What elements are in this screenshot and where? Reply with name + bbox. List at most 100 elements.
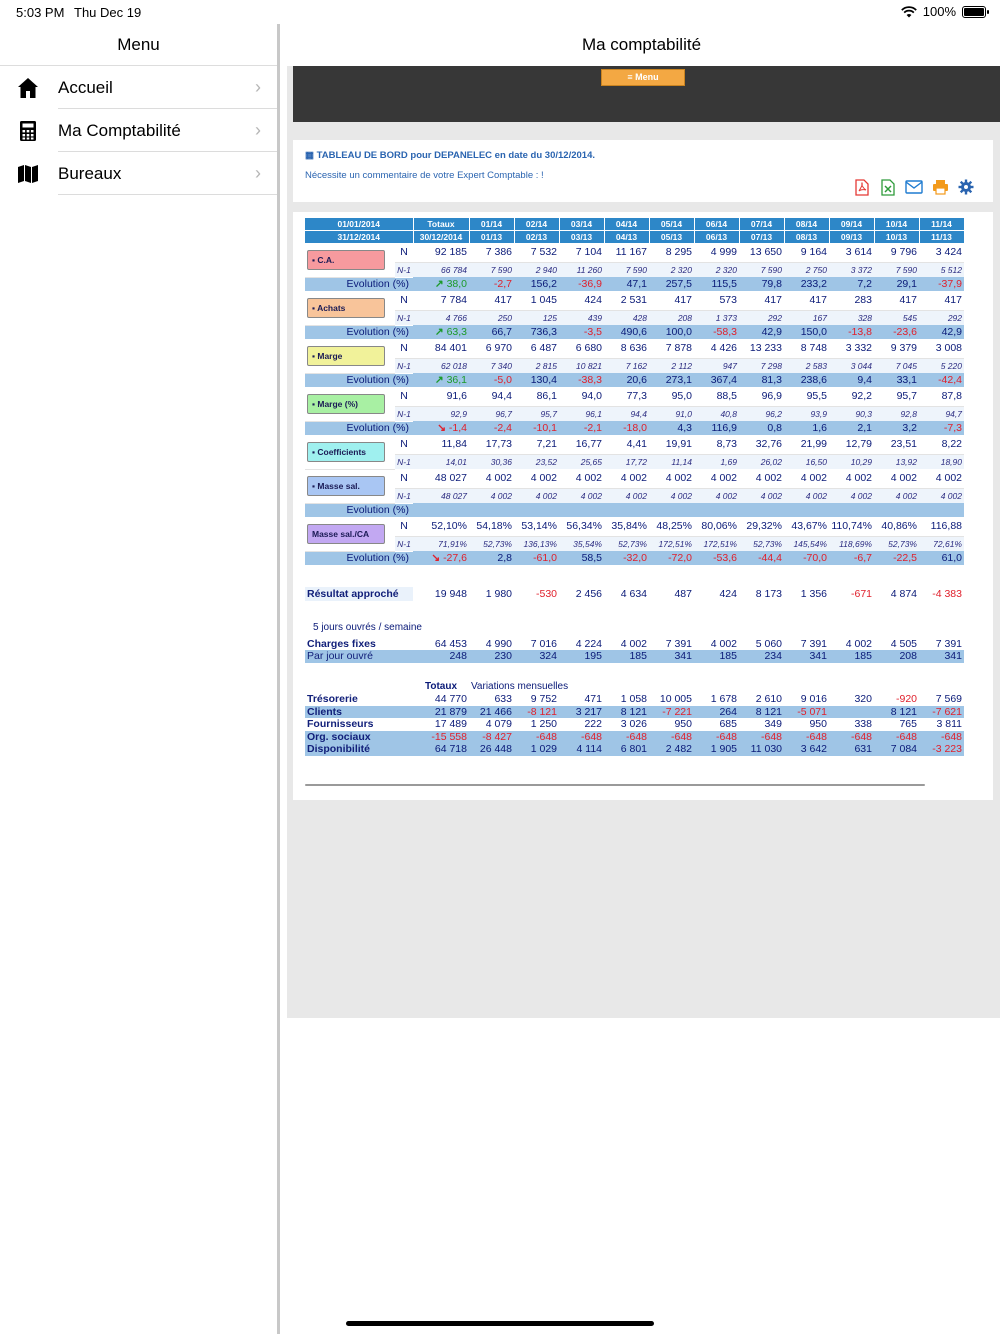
value-text: -61,0 <box>533 552 557 564</box>
value-text: -5,0 <box>493 374 512 386</box>
print-icon[interactable] <box>931 178 949 196</box>
value-cell: ↘ -1,4 <box>413 421 469 435</box>
horizontal-scrollbar[interactable] <box>305 784 925 786</box>
value-cell: 30,36 <box>469 454 514 469</box>
value-text: -42,4 <box>938 374 962 386</box>
value-cell: 4 999 <box>694 243 739 263</box>
value-cell: 16,50 <box>784 454 829 469</box>
value-cell: 3 332 <box>829 339 874 359</box>
sidebar-item-accueil[interactable]: Accueil › <box>0 66 277 109</box>
pdf-icon[interactable] <box>853 178 871 196</box>
sidebar-item-comptabilite[interactable]: Ma Comptabilité › <box>0 109 277 152</box>
metric-badge-masse-sal-[interactable]: ▪ Masse sal. <box>307 476 385 496</box>
value-cell: 8,73 <box>694 435 739 455</box>
mail-icon[interactable] <box>905 178 923 196</box>
value-cell: 48 027 <box>413 469 469 489</box>
value-text: -72,0 <box>668 552 692 564</box>
value-cell: 72,61% <box>919 536 964 551</box>
value-cell: 4 002 <box>514 488 559 503</box>
value-cell: 4 002 <box>784 488 829 503</box>
metric-badge-marge[interactable]: ▪ Marge <box>307 345 385 366</box>
spacer-row <box>305 565 964 587</box>
metric-badge-c-a-[interactable]: ▪ C.A. <box>307 249 385 270</box>
value-text: 38,0 <box>446 278 467 290</box>
value-cell: 8 121 <box>874 705 919 718</box>
value-cell: 7 878 <box>649 339 694 359</box>
value-cell: 35,84% <box>604 517 649 537</box>
value-cell: 185 <box>694 650 739 663</box>
value-cell: 84 401 <box>413 339 469 359</box>
value-cell: -53,6 <box>694 551 739 565</box>
value-cell: 21 879 <box>413 705 469 718</box>
value-text: 1,6 <box>812 422 827 434</box>
value-cell: 1 250 <box>530 718 557 731</box>
value-cell: -4 383 <box>932 588 962 600</box>
value-cell: -37,9 <box>919 277 964 291</box>
value-cell: 7 391 <box>935 637 962 650</box>
value-cell: 9,4 <box>829 373 874 387</box>
table-row: Par jour ouvré 248 230 324 195 185 341 185 234 34… <box>305 650 964 663</box>
table-row-evolution: Evolution (%) ↗ 36,1 -5,0 130,4 -38,3 20,6 273… <box>305 373 964 387</box>
value-cell: 145,54% <box>784 536 829 551</box>
value-cell <box>559 503 604 517</box>
web-content[interactable]: ≡ Menu ▦ TABLEAU DE BORD pour DEPANELEC … <box>287 66 1000 1018</box>
metric-badge-coefficients[interactable]: ▪ Coefficients <box>307 441 385 462</box>
metric-badge-achats[interactable]: ▪ Achats <box>307 297 385 318</box>
sidebar-item-bureaux[interactable]: Bureaux › <box>0 152 277 195</box>
jours-label: 5 jours ouvrés / semaine <box>313 621 422 633</box>
value-cell: 3 217 <box>559 705 604 718</box>
value-cell: 4 002 <box>739 469 784 489</box>
value-cell: 92,8 <box>874 406 919 421</box>
value-cell: -44,4 <box>739 551 784 565</box>
value-cell: 439 <box>559 310 604 325</box>
value-cell: 417 <box>739 291 784 311</box>
chevron-right-icon: › <box>255 77 261 97</box>
value-cell: 1 678 <box>710 693 737 706</box>
value-text: 42,9 <box>941 326 962 338</box>
value-text: -36,9 <box>578 278 602 290</box>
value-cell: 4 002 <box>604 469 649 489</box>
value-cell: 2 750 <box>784 262 829 277</box>
value-cell: -61,0 <box>514 551 559 565</box>
value-cell: 341 <box>649 650 694 663</box>
value-cell: 7 590 <box>739 262 784 277</box>
metric-badge-masse-sal-ca[interactable]: Masse sal./CA <box>307 523 385 544</box>
value-cell: -7 221 <box>649 705 694 718</box>
dashboard-table-scroll[interactable]: 01/01/2014 Totaux 01/14 02/14 03/14 04/14 05/1… <box>305 218 981 756</box>
value-text: 3,2 <box>902 422 917 434</box>
value-cell: 11 030 <box>739 743 784 756</box>
value-text: -38,3 <box>578 374 602 386</box>
value-cell: 96,2 <box>739 406 784 421</box>
value-cell: 96,9 <box>739 387 784 407</box>
value-cell: 7 104 <box>559 243 604 263</box>
table-row: ▪ Marge (%) N 91,6 94,4 86,1 94,0 77,3 95,0 88,5… <box>305 387 964 422</box>
value-cell: 248 <box>413 650 469 663</box>
value-cell: 7 386 <box>469 243 514 263</box>
trend-up-icon: ↗ <box>434 374 447 386</box>
value-cell: 150,0 <box>784 325 829 339</box>
table-row: N-1 48 027 4 002 4 002 4 002 4 002 4 002 4 002 4… <box>305 488 964 503</box>
value-cell: 2 815 <box>514 358 559 373</box>
value-cell: 4 990 <box>485 637 512 650</box>
value-cell: 2 531 <box>604 291 649 311</box>
value-cell: 947 <box>694 358 739 373</box>
value-cell: 950 <box>674 718 692 731</box>
settings-icon[interactable] <box>957 178 975 196</box>
table-row: ▪ Achats N 7 784 417 1 045 424 2 531 417 573 417 4… <box>305 291 964 326</box>
trend-down-icon: ↘ <box>437 422 449 434</box>
value-cell: 4 002 <box>604 488 649 503</box>
value-text: -27,6 <box>443 552 467 564</box>
value-cell: 92,2 <box>829 387 874 407</box>
excel-icon[interactable] <box>879 178 897 196</box>
metric-badge-marge-[interactable]: ▪ Marge (%) <box>307 393 385 414</box>
value-cell: 26 448 <box>469 743 514 756</box>
value-text: 100,0 <box>665 326 692 338</box>
value-cell: ↘ -27,6 <box>413 551 469 565</box>
menu-button[interactable]: ≡ Menu <box>601 69 685 86</box>
value-cell: 341 <box>784 650 829 663</box>
value-text: 29,1 <box>896 278 917 290</box>
header-cell: 01/13 <box>469 230 515 243</box>
value-cell: -58,3 <box>694 325 739 339</box>
totaux-label: Totaux <box>424 681 458 693</box>
value-cell: -3 223 <box>919 743 964 756</box>
